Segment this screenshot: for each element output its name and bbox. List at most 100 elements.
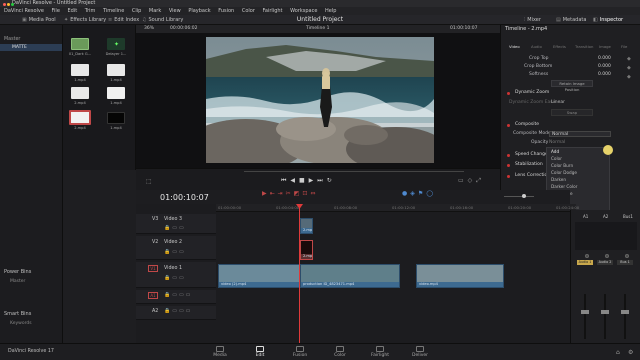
menu-workspace[interactable]: Workspace bbox=[290, 8, 317, 14]
gear-icon[interactable]: ⚙ bbox=[628, 349, 633, 356]
media-thumb[interactable] bbox=[107, 64, 125, 76]
track-controls[interactable]: 🔒▭▭ bbox=[164, 249, 186, 255]
minimize-icon[interactable] bbox=[7, 3, 10, 6]
menu-clip[interactable]: Clip bbox=[132, 8, 141, 14]
track-name[interactable]: Video 3 bbox=[164, 217, 182, 222]
opacity-value[interactable]: Normal bbox=[549, 139, 565, 147]
maximize-icon[interactable] bbox=[11, 3, 14, 6]
track-header-v3[interactable]: V3 Video 3 🔒▭▭ bbox=[136, 214, 216, 234]
crop-top-value[interactable]: 0.000 bbox=[598, 55, 611, 63]
metadata-button[interactable]: ▤ Metadata bbox=[556, 15, 586, 25]
media-thumb[interactable]: ✦ bbox=[107, 38, 125, 50]
menu-mark[interactable]: Mark bbox=[149, 8, 161, 14]
speed-change-toggle[interactable] bbox=[507, 154, 510, 157]
dropdown-option[interactable]: Color Burn bbox=[547, 162, 609, 169]
edit-tools[interactable]: ▶⇤⇥✂◩⊡⇔ bbox=[262, 190, 318, 197]
track-header-v2[interactable]: V2 Video 2 🔒▭▭ bbox=[136, 236, 216, 260]
inspector-button[interactable]: ◧ Inspector bbox=[593, 15, 623, 25]
mixer-inputs[interactable] bbox=[575, 222, 637, 250]
composite-header[interactable]: Composite bbox=[501, 121, 640, 129]
media-thumb[interactable] bbox=[107, 87, 125, 99]
fader-handle[interactable] bbox=[621, 310, 629, 314]
tab-image[interactable]: Image bbox=[599, 44, 611, 49]
dropdown-option[interactable]: Darker Color bbox=[547, 183, 609, 190]
playhead[interactable] bbox=[299, 204, 300, 344]
timeline-clip-v3[interactable]: 2.mp4 bbox=[300, 218, 313, 234]
menu-timeline[interactable]: Timeline bbox=[103, 8, 124, 14]
media-thumb[interactable] bbox=[71, 64, 89, 76]
track-header-a2[interactable]: A2 🔒▭▭▭ bbox=[136, 306, 216, 320]
playback-controls[interactable]: ⏮◀■▶⏭↻ bbox=[281, 177, 336, 185]
page-fusion[interactable]: Fusion bbox=[280, 346, 320, 358]
page-media[interactable]: Media bbox=[200, 346, 240, 358]
menu-edit[interactable]: Edit bbox=[68, 8, 78, 14]
stabilization-toggle[interactable] bbox=[507, 164, 510, 167]
lens-correction-toggle[interactable] bbox=[507, 175, 510, 178]
v1-source-patch[interactable]: V1 bbox=[148, 265, 158, 272]
fader-handle[interactable] bbox=[601, 310, 609, 314]
video-frame[interactable] bbox=[206, 37, 434, 163]
viewer-tools[interactable]: ▭◇⤢ bbox=[458, 177, 485, 185]
power-bin-master[interactable]: Master bbox=[10, 279, 25, 284]
dynamic-zoom-toggle[interactable] bbox=[507, 92, 510, 95]
timeline-ruler[interactable]: 01:00:00:00 01:00:04:00 01:00:08:00 01:0… bbox=[216, 204, 579, 212]
dropdown-option[interactable]: Color bbox=[547, 155, 609, 162]
media-thumb[interactable] bbox=[71, 87, 89, 99]
menu-fusion[interactable]: Fusion bbox=[218, 8, 234, 14]
timeline-clip-v1[interactable]: production ID_4823471.mp4 bbox=[300, 264, 400, 288]
composite-mode-select[interactable]: Normal bbox=[549, 131, 611, 137]
menu-file[interactable]: File bbox=[52, 8, 60, 14]
timeline-clip-v2[interactable]: 2.mp4 bbox=[300, 240, 313, 260]
retain-image-position-button[interactable]: Retain Image Position bbox=[551, 80, 593, 92]
menu-view[interactable]: View bbox=[169, 8, 181, 14]
track-controls[interactable]: 🔒▭▭ bbox=[164, 225, 186, 231]
track-name[interactable]: Video 2 bbox=[164, 240, 182, 245]
media-thumb[interactable] bbox=[107, 112, 125, 124]
media-thumb-selected[interactable] bbox=[69, 110, 91, 125]
close-icon[interactable] bbox=[3, 3, 6, 6]
menu-color[interactable]: Color bbox=[242, 8, 255, 14]
crop-bottom-value[interactable]: 0.000 bbox=[598, 63, 611, 71]
bin-master[interactable]: Master bbox=[4, 37, 20, 42]
dz-ease-select[interactable]: Linear bbox=[551, 99, 565, 107]
tab-video[interactable]: Video bbox=[509, 44, 520, 49]
track-controls[interactable]: 🔒▭▭ bbox=[164, 275, 186, 281]
menu-trim[interactable]: Trim bbox=[85, 8, 96, 14]
zoom-slider[interactable] bbox=[504, 196, 534, 197]
page-edit[interactable]: Edit bbox=[240, 346, 280, 358]
smart-bin-keywords[interactable]: Keywords bbox=[10, 321, 32, 326]
dynamic-zoom-header[interactable]: Dynamic Zoom bbox=[501, 89, 640, 97]
tab-audio[interactable]: Audio bbox=[531, 44, 542, 49]
pan-knob[interactable] bbox=[605, 254, 609, 258]
bin-matte[interactable]: MATTE bbox=[0, 44, 62, 51]
zoom-level[interactable]: 36% bbox=[144, 25, 154, 33]
track-controls[interactable]: 🔒▭▭▭ bbox=[164, 292, 192, 298]
timeline-clip-v1[interactable]: video (2).mp4 bbox=[218, 264, 300, 288]
page-fairlight[interactable]: Fairlight bbox=[360, 346, 400, 358]
page-deliver[interactable]: Deliver bbox=[400, 346, 440, 358]
track-header-a1[interactable]: A1 🔒▭▭▭ bbox=[136, 290, 216, 304]
home-icon[interactable]: ⌂ bbox=[616, 349, 620, 356]
track-header-v1[interactable]: V1 Video 1 🔒▭▭ bbox=[136, 262, 216, 288]
tab-effects[interactable]: Effects bbox=[553, 44, 566, 49]
swap-button[interactable]: Swap bbox=[551, 109, 593, 116]
mixer-button[interactable]: ⫶ Mixer bbox=[524, 15, 541, 25]
viewer-timeline-name[interactable]: Timeline 1 bbox=[306, 25, 329, 33]
pan-knob[interactable] bbox=[625, 254, 629, 258]
menu-davinci[interactable]: DaVinci Resolve bbox=[4, 8, 44, 14]
menu-fairlight[interactable]: Fairlight bbox=[262, 8, 282, 14]
media-thumb[interactable] bbox=[71, 38, 89, 50]
timeline-clip-v1[interactable]: video.mp4 bbox=[416, 264, 504, 288]
track-controls[interactable]: 🔒▭▭▭ bbox=[164, 308, 192, 314]
composite-toggle[interactable] bbox=[507, 124, 510, 127]
tab-transition[interactable]: Transition bbox=[575, 44, 593, 49]
viewer-options-icon[interactable]: ⬚ bbox=[146, 178, 152, 185]
fader-handle[interactable] bbox=[581, 310, 589, 314]
pan-knob[interactable] bbox=[585, 254, 589, 258]
tab-file[interactable]: File bbox=[621, 44, 627, 49]
dropdown-option[interactable]: Darken bbox=[547, 176, 609, 183]
dropdown-option[interactable]: Add bbox=[547, 148, 609, 155]
zoom-slider-handle[interactable] bbox=[522, 194, 526, 198]
keyframe-icons[interactable]: ◆ ◆ ◆ bbox=[627, 55, 631, 82]
menu-playback[interactable]: Playback bbox=[188, 8, 210, 14]
